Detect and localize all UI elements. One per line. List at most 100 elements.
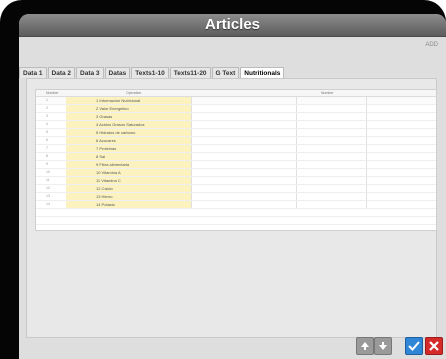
cell-empty[interactable] [296, 121, 367, 128]
cancel-button[interactable] [425, 337, 443, 355]
tab-data-3[interactable]: Data 3 [76, 67, 104, 78]
arrow-up-icon [360, 341, 370, 351]
table-row[interactable]: 3 3 Grasas [36, 113, 436, 121]
cell-empty[interactable] [191, 185, 297, 192]
corner-label: ADD [425, 42, 438, 48]
row-number: 14 [46, 202, 50, 206]
cell-empty[interactable] [296, 137, 367, 144]
cell-empty[interactable] [296, 201, 367, 208]
row-number: 6 [46, 138, 48, 142]
cell-empty[interactable] [191, 121, 297, 128]
cell-empty[interactable] [191, 161, 297, 168]
cell-empty[interactable] [296, 129, 367, 136]
nutritionals-grid[interactable]: Number Operation Number 1 1 Informacion N… [35, 89, 437, 231]
table-row[interactable]: 9 9 Fibra alimentaria [36, 161, 436, 169]
tab-data-1[interactable]: Data 1 [19, 67, 47, 78]
cell-empty[interactable] [296, 177, 367, 184]
row-name[interactable]: 1 Informacion Nutricional [66, 97, 191, 104]
cell-empty[interactable] [191, 201, 297, 208]
cell-empty[interactable] [366, 121, 436, 128]
cell-empty[interactable] [366, 129, 436, 136]
row-name[interactable]: 10 Vitamina A [66, 169, 191, 176]
cell-empty[interactable] [366, 137, 436, 144]
cell-empty[interactable] [296, 169, 367, 176]
table-row[interactable]: 6 6 Azucares [36, 137, 436, 145]
cell-empty[interactable] [366, 201, 436, 208]
ok-button[interactable] [405, 337, 423, 355]
cell-empty[interactable] [191, 193, 297, 200]
cell-empty[interactable] [191, 145, 297, 152]
row-number: 11 [46, 178, 50, 182]
cell-empty[interactable] [191, 153, 297, 160]
cell-empty[interactable] [296, 105, 367, 112]
cell-empty[interactable] [191, 169, 297, 176]
cell-empty[interactable] [296, 153, 367, 160]
row-name[interactable]: 3 Grasas [66, 113, 191, 120]
row-number: 13 [46, 194, 50, 198]
row-name[interactable]: 9 Fibra alimentaria [66, 161, 191, 168]
row-name[interactable]: 13 Hierro [66, 193, 191, 200]
move-up-button[interactable] [356, 337, 374, 355]
cell-empty[interactable] [366, 161, 436, 168]
tab-texts11-20[interactable]: Texts11-20 [169, 67, 211, 78]
column-header-number-2: Number [321, 91, 334, 95]
table-row[interactable]: 13 13 Hierro [36, 193, 436, 201]
tab-g-text[interactable]: G Text [211, 67, 240, 78]
row-number: 4 [46, 122, 48, 126]
check-icon [408, 340, 420, 352]
table-row[interactable]: 2 2 Valor Energetico [36, 105, 436, 113]
arrow-down-icon [378, 341, 388, 351]
articles-window: Articles ADD Data 1 Data 2 Data 3 Datas Text… [19, 14, 446, 359]
cell-empty[interactable] [191, 97, 297, 104]
table-row[interactable]: 14 14 Potasio [36, 201, 436, 209]
table-row[interactable]: 5 5 Hidratos de carbono [36, 129, 436, 137]
table-row[interactable]: 11 11 Vitamina C [36, 177, 436, 185]
tab-datas[interactable]: Datas [104, 67, 131, 78]
row-name[interactable]: 14 Potasio [66, 201, 191, 208]
row-name[interactable]: 2 Valor Energetico [66, 105, 191, 112]
cell-empty[interactable] [366, 185, 436, 192]
tab-nutritionals[interactable]: Nutritionals [240, 67, 285, 78]
table-row[interactable]: 4 4 Acidos Grasos Saturados [36, 121, 436, 129]
row-number: 12 [46, 186, 50, 190]
row-name[interactable]: 4 Acidos Grasos Saturados [66, 121, 191, 128]
table-row[interactable]: 7 7 Proteinas [36, 145, 436, 153]
column-header-number: Number [46, 91, 59, 95]
row-name[interactable]: 8 Sal [66, 153, 191, 160]
cell-empty[interactable] [296, 113, 367, 120]
row-number: 5 [46, 130, 48, 134]
cell-empty[interactable] [366, 193, 436, 200]
title-bar: Articles [19, 14, 446, 37]
column-header-operation: Operation [126, 91, 142, 95]
row-name[interactable]: 7 Proteinas [66, 145, 191, 152]
row-name[interactable]: 5 Hidratos de carbono [66, 129, 191, 136]
cell-empty[interactable] [191, 137, 297, 144]
cell-empty[interactable] [296, 193, 367, 200]
table-row[interactable]: 12 12 Calcio [36, 185, 436, 193]
cell-empty[interactable] [366, 169, 436, 176]
cell-empty[interactable] [366, 177, 436, 184]
cell-empty[interactable] [191, 129, 297, 136]
cell-empty[interactable] [366, 113, 436, 120]
empty-row [36, 209, 436, 217]
table-row[interactable]: 1 1 Informacion Nutricional [36, 97, 436, 105]
cell-empty[interactable] [191, 177, 297, 184]
cell-empty[interactable] [366, 97, 436, 104]
move-down-button[interactable] [374, 337, 392, 355]
row-name[interactable]: 12 Calcio [66, 185, 191, 192]
cell-empty[interactable] [366, 105, 436, 112]
cell-empty[interactable] [366, 145, 436, 152]
cell-empty[interactable] [296, 97, 367, 104]
cell-empty[interactable] [191, 105, 297, 112]
table-row[interactable]: 8 8 Sal [36, 153, 436, 161]
row-name[interactable]: 11 Vitamina C [66, 177, 191, 184]
cell-empty[interactable] [366, 153, 436, 160]
row-name[interactable]: 6 Azucares [66, 137, 191, 144]
tab-texts1-10[interactable]: Texts1-10 [131, 67, 169, 78]
cell-empty[interactable] [191, 113, 297, 120]
cell-empty[interactable] [296, 145, 367, 152]
cell-empty[interactable] [296, 185, 367, 192]
cell-empty[interactable] [296, 161, 367, 168]
tab-data-2[interactable]: Data 2 [47, 67, 76, 78]
table-row[interactable]: 10 10 Vitamina A [36, 169, 436, 177]
